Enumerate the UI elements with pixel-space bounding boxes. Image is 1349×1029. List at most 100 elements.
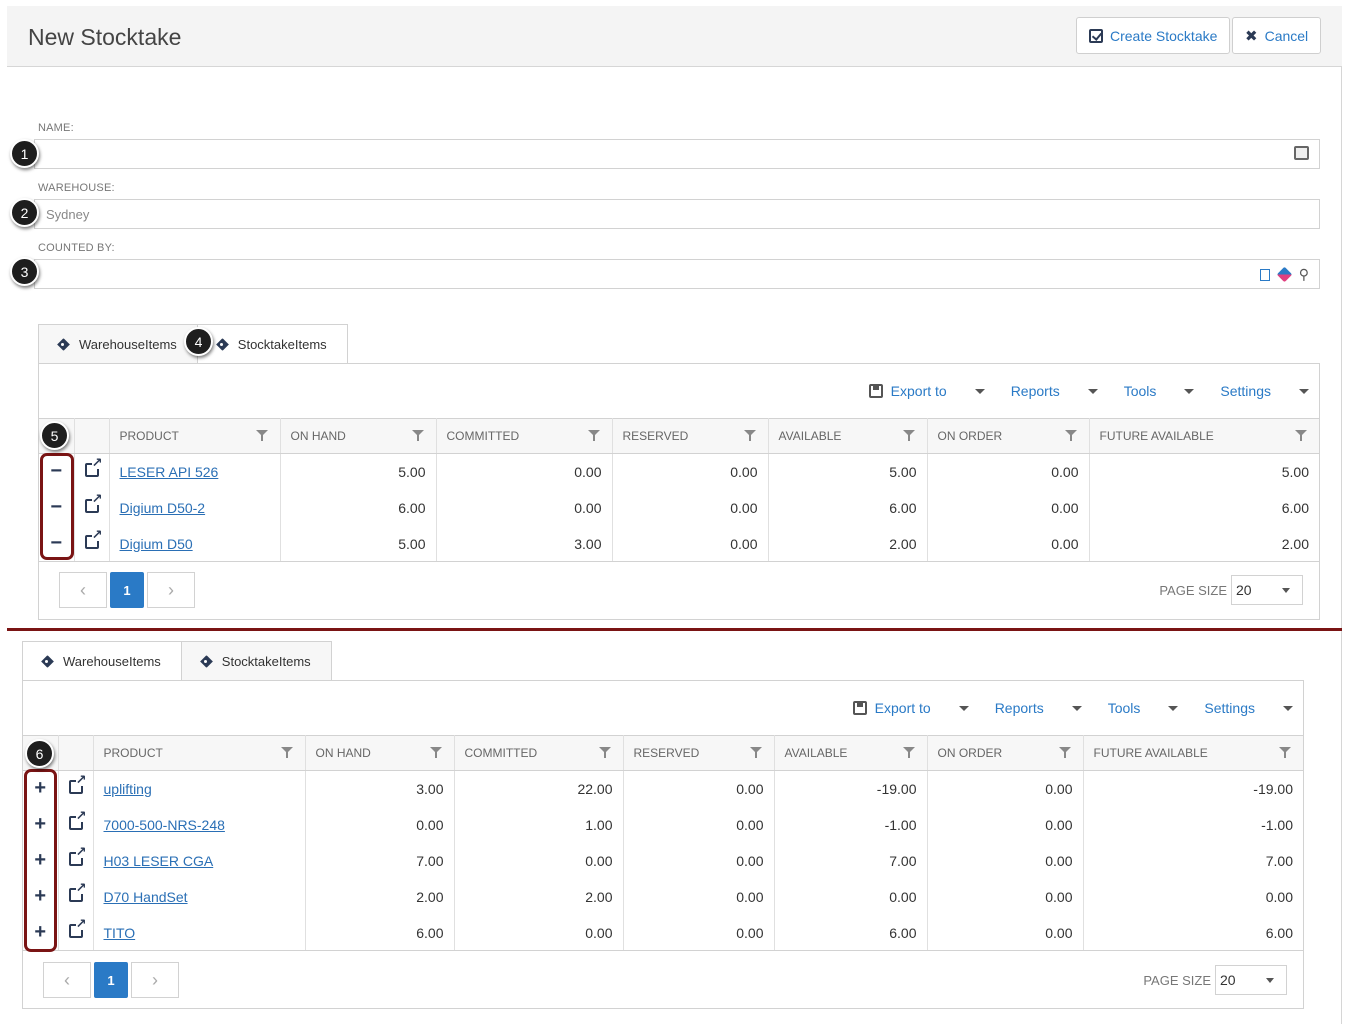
chevron-down-icon	[1184, 388, 1195, 394]
available-cell: 6.00	[774, 914, 928, 951]
filter-icon[interactable]	[902, 747, 915, 759]
column-header-reserved[interactable]: RESERVED	[612, 418, 769, 454]
product-link[interactable]: TITO	[104, 925, 136, 941]
filter-icon[interactable]	[411, 430, 424, 442]
tag-icon	[218, 339, 230, 351]
filter-icon[interactable]	[749, 747, 762, 759]
committed-cell: 0.00	[454, 842, 624, 879]
product-link[interactable]: 7000-500-NRS-248	[104, 817, 225, 833]
name-input[interactable]	[35, 140, 1319, 168]
new-record-icon[interactable]	[1259, 268, 1270, 281]
settings-button[interactable]: Settings	[1220, 383, 1309, 399]
warehouse-input[interactable]	[35, 200, 1319, 228]
column-header-committed[interactable]: COMMITTED	[436, 418, 613, 454]
product-link[interactable]: LESER API 526	[120, 464, 219, 480]
filter-icon[interactable]	[598, 747, 611, 759]
external-link-icon[interactable]	[68, 845, 87, 866]
column-header-on-hand[interactable]: ON HAND	[305, 735, 455, 771]
page-1-button[interactable]: 1	[94, 962, 128, 998]
filter-icon[interactable]	[743, 430, 756, 442]
name-label: NAME:	[38, 122, 74, 134]
reports-button[interactable]: Reports	[1011, 383, 1098, 399]
warehouse-label: WAREHOUSE:	[38, 182, 115, 194]
future-available-cell: -1.00	[1261, 816, 1293, 833]
product-link[interactable]: Digium D50	[120, 536, 193, 552]
search-icon[interactable]: ⚲	[1299, 266, 1309, 283]
prev-page-button[interactable]: ‹	[59, 572, 107, 608]
column-header-available[interactable]: AVAILABLE	[774, 735, 928, 771]
column-header-on-order[interactable]: ON ORDER	[927, 418, 1090, 454]
external-link-icon[interactable]	[84, 456, 103, 478]
export-to-button[interactable]: Export to	[852, 700, 969, 716]
prev-page-button[interactable]: ‹	[43, 962, 91, 998]
filter-icon[interactable]	[1064, 430, 1077, 442]
column-header-available[interactable]: AVAILABLE	[768, 418, 928, 454]
column-header-product[interactable]: PRODUCT	[109, 418, 281, 454]
filter-icon[interactable]	[1279, 747, 1291, 759]
counted-by-input[interactable]	[35, 260, 1319, 288]
on-hand-cell: 6.00	[280, 489, 437, 526]
tab-stocktake-items[interactable]: StocktakeItems	[196, 324, 348, 364]
product-link[interactable]: Digium D50-2	[120, 500, 206, 516]
external-link-icon[interactable]	[68, 881, 87, 902]
on-hand-cell: 6.00	[305, 914, 455, 951]
filter-icon[interactable]	[280, 747, 293, 759]
step-badge-4: 4	[184, 327, 213, 356]
on-order-cell: 0.00	[927, 770, 1084, 807]
reports-button[interactable]: Reports	[995, 700, 1082, 716]
keyboard-icon[interactable]	[1294, 146, 1309, 160]
table-row: + uplifting 3.00 22.00 0.00 -19.00 0.00 …	[23, 770, 1303, 807]
chevron-down-icon	[958, 705, 969, 711]
filter-icon[interactable]	[587, 430, 600, 442]
product-link[interactable]: H03 LESER CGA	[104, 853, 214, 869]
page-size-select[interactable]: 20	[1231, 575, 1303, 605]
cancel-button[interactable]: ✖ Cancel	[1232, 17, 1322, 54]
filter-icon[interactable]	[429, 747, 442, 759]
product-link[interactable]: D70 HandSet	[104, 889, 188, 905]
settings-button[interactable]: Settings	[1204, 700, 1293, 716]
on-hand-cell: 2.00	[305, 878, 455, 915]
page-size-select[interactable]: 20	[1215, 965, 1287, 995]
column-header-on-order[interactable]: ON ORDER	[927, 735, 1084, 771]
filter-icon[interactable]	[1295, 430, 1307, 442]
external-link-icon[interactable]	[68, 917, 87, 938]
top-grid-toolbar: Export to Reports Tools Settings	[868, 364, 1319, 418]
column-header-future-available[interactable]: FUTURE AVAILABLE	[1089, 418, 1319, 454]
filter-icon[interactable]	[902, 430, 915, 442]
external-link-icon[interactable]	[84, 492, 103, 513]
column-header-on-hand[interactable]: ON HAND	[280, 418, 437, 454]
top-pager: ‹ 1 ›	[59, 572, 195, 608]
next-page-button[interactable]: ›	[131, 962, 179, 998]
warehouse-field[interactable]	[34, 199, 1320, 229]
tag-icon	[202, 656, 214, 668]
external-link-icon[interactable]	[68, 773, 87, 795]
save-icon	[868, 384, 883, 398]
name-field[interactable]	[34, 139, 1320, 169]
tools-button[interactable]: Tools	[1124, 383, 1195, 399]
available-cell: 0.00	[774, 878, 928, 915]
tab-stocktake-items[interactable]: StocktakeItems	[180, 641, 332, 681]
filter-icon[interactable]	[1058, 747, 1071, 759]
export-to-button[interactable]: Export to	[868, 383, 985, 399]
column-header-reserved[interactable]: RESERVED	[623, 735, 775, 771]
create-stocktake-button[interactable]: Create Stocktake	[1076, 17, 1231, 54]
bottom-tabs: WarehouseItems StocktakeItems	[22, 641, 332, 681]
filter-icon[interactable]	[255, 430, 268, 442]
product-link[interactable]: uplifting	[104, 781, 152, 797]
external-link-icon[interactable]	[84, 528, 103, 549]
tools-button[interactable]: Tools	[1108, 700, 1179, 716]
next-page-button[interactable]: ›	[147, 572, 195, 608]
external-link-icon[interactable]	[68, 809, 87, 830]
column-header-committed[interactable]: COMMITTED	[454, 735, 624, 771]
page-1-button[interactable]: 1	[110, 572, 144, 608]
page-header: New Stocktake Create Stocktake ✖ Cancel	[7, 6, 1342, 67]
bottom-grid-panel: Export to Reports Tools Settings PRODUCT…	[22, 680, 1304, 1009]
counted-by-label: COUNTED BY:	[38, 242, 115, 254]
counted-by-field[interactable]: ⚲	[34, 259, 1320, 289]
eraser-icon[interactable]	[1276, 266, 1293, 283]
tab-warehouse-items[interactable]: WarehouseItems	[22, 641, 182, 681]
column-header-product[interactable]: PRODUCT	[93, 735, 306, 771]
step-badge-2: 2	[10, 198, 39, 227]
column-header-future-available[interactable]: FUTURE AVAILABLE	[1083, 735, 1303, 771]
tab-warehouse-items[interactable]: WarehouseItems	[38, 324, 198, 364]
